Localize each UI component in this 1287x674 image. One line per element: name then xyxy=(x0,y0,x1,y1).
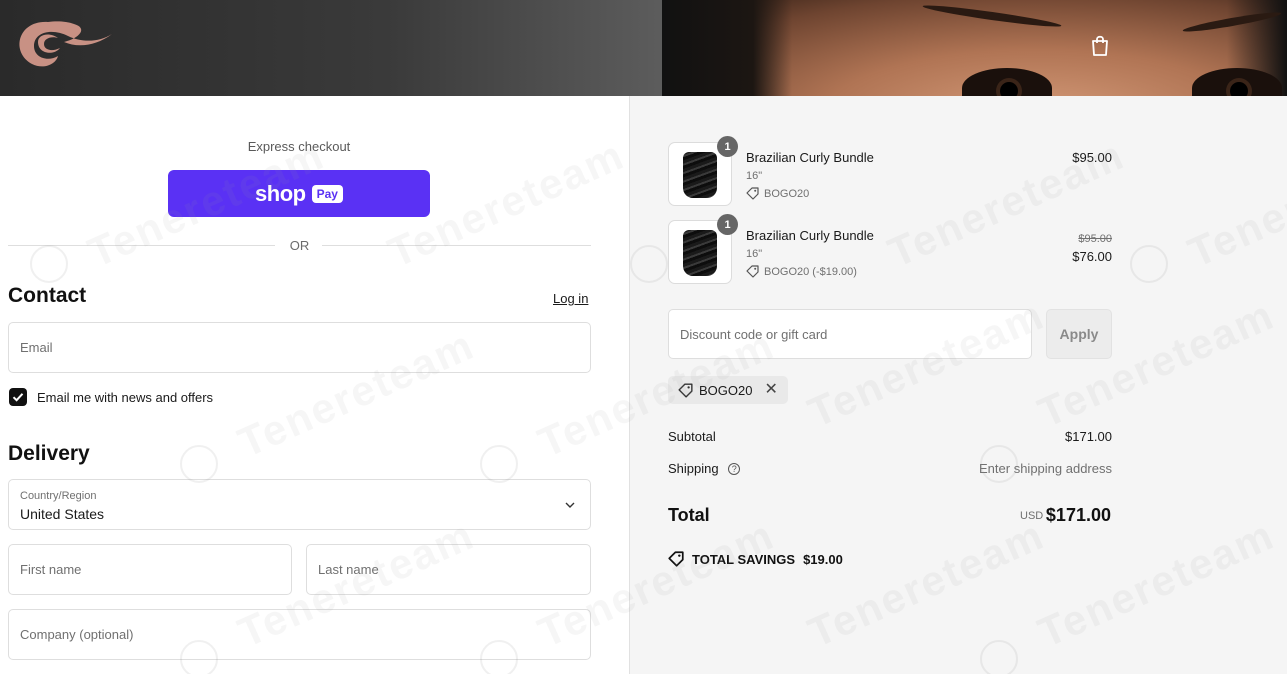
login-link[interactable]: Log in xyxy=(553,291,588,306)
tag-icon xyxy=(668,551,684,567)
or-divider: OR xyxy=(8,236,591,256)
tag-icon xyxy=(678,382,693,398)
hero-banner-image xyxy=(662,0,1287,96)
item-price: $95.00 xyxy=(1072,150,1112,165)
subtotal-value: $171.00 xyxy=(1065,429,1112,444)
checkmark-icon xyxy=(12,393,24,402)
line-item: 1 Brazilian Curly Bundle 16" BOGO20 (-$1… xyxy=(668,214,1112,284)
applied-discount-chip: BOGO20 ✕ xyxy=(668,376,788,404)
shop-pay-badge: Pay xyxy=(311,184,343,203)
savings-value: $19.00 xyxy=(803,551,843,567)
country-select[interactable]: Country/Region United States xyxy=(8,479,591,530)
shop-pay-button[interactable]: shop Pay xyxy=(168,170,430,217)
product-name: Brazilian Curly Bundle xyxy=(746,228,874,243)
express-checkout-title: Express checkout xyxy=(247,139,351,154)
order-summary-panel: 1 Brazilian Curly Bundle 16" BOGO20 $95.… xyxy=(629,96,1287,674)
email-field[interactable]: Email xyxy=(8,322,591,373)
product-variant: 16" xyxy=(746,248,763,260)
eye-left xyxy=(962,68,1052,96)
item-discount: BOGO20 (-$19.00) xyxy=(746,265,857,278)
product-name: Brazilian Curly Bundle xyxy=(746,150,874,165)
shopping-bag-icon[interactable] xyxy=(1089,34,1111,58)
total-value: $171.00 xyxy=(1045,505,1111,525)
last-name-placeholder: Last name xyxy=(318,562,379,577)
brand-wave-logo[interactable] xyxy=(8,12,118,78)
tag-icon xyxy=(746,265,759,278)
savings-label: TOTAL SAVINGS xyxy=(692,551,796,567)
delivery-heading: Delivery xyxy=(8,442,90,465)
line-item: 1 Brazilian Curly Bundle 16" BOGO20 $95.… xyxy=(668,136,1112,206)
checkout-form-panel: Express checkout shop Pay OR Contact Log… xyxy=(0,96,629,674)
apply-button[interactable]: Apply xyxy=(1046,309,1112,359)
item-price: $76.00 xyxy=(1072,249,1112,264)
shipping-row: Shipping ? Enter shipping address xyxy=(668,461,1112,476)
quantity-badge: 1 xyxy=(717,214,738,235)
newsletter-label: Email me with news and offers xyxy=(37,390,214,405)
item-discount-code: BOGO20 (-$19.00) xyxy=(764,265,857,278)
help-icon[interactable]: ? xyxy=(728,463,741,475)
remove-discount-close-icon[interactable]: ✕ xyxy=(764,382,777,398)
first-name-field[interactable]: First name xyxy=(8,544,292,595)
item-discount: BOGO20 xyxy=(746,187,809,200)
tag-icon xyxy=(746,187,759,200)
or-text: OR xyxy=(289,238,310,253)
discount-placeholder: Discount code or gift card xyxy=(680,327,828,342)
total-label: Total xyxy=(668,505,710,525)
first-name-placeholder: First name xyxy=(20,562,82,577)
company-field[interactable]: Company (optional) xyxy=(8,609,591,660)
last-name-field[interactable]: Last name xyxy=(306,544,591,595)
subtotal-row: Subtotal $171.00 xyxy=(668,429,1112,444)
shipping-label: Shipping xyxy=(668,461,719,476)
country-value: United States xyxy=(20,506,105,522)
item-original-price: $95.00 xyxy=(1078,233,1112,245)
quantity-badge: 1 xyxy=(717,136,738,157)
total-currency: USD xyxy=(1020,510,1044,522)
shipping-value: Enter shipping address xyxy=(979,461,1112,476)
total-savings: TOTAL SAVINGS $19.00 xyxy=(668,551,843,567)
site-header xyxy=(0,0,1287,96)
chevron-down-icon xyxy=(565,502,575,508)
applied-code: BOGO20 xyxy=(699,382,753,398)
newsletter-checkbox[interactable] xyxy=(9,388,27,406)
item-discount-code: BOGO20 xyxy=(764,187,810,200)
country-label: Country/Region xyxy=(20,490,97,502)
discount-code-input[interactable]: Discount code or gift card xyxy=(668,309,1032,359)
contact-heading: Contact xyxy=(8,284,87,307)
product-variant: 16" xyxy=(746,170,763,182)
email-placeholder: Email xyxy=(20,340,53,355)
shop-pay-wordmark: shop xyxy=(255,180,306,206)
company-placeholder: Company (optional) xyxy=(20,627,134,642)
subtotal-label: Subtotal xyxy=(668,429,716,444)
